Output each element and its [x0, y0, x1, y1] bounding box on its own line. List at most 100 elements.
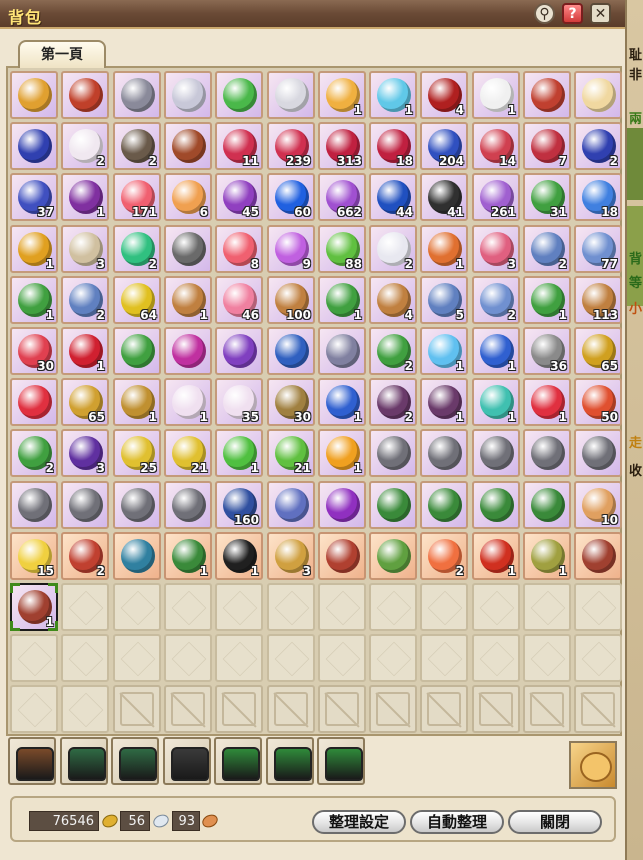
bag-slot[interactable] [59, 737, 108, 785]
empty-slot[interactable] [61, 634, 109, 682]
inventory-slot[interactable]: 3 [61, 225, 109, 273]
inventory-slot[interactable] [574, 532, 622, 580]
inventory-slot[interactable]: 3 [472, 225, 520, 273]
inventory-slot[interactable] [420, 429, 468, 477]
inventory-slot[interactable]: 113 [574, 276, 622, 324]
search-button[interactable]: ⚲ [534, 3, 555, 24]
pet-slot[interactable] [569, 741, 617, 789]
inventory-slot[interactable]: 2 [523, 225, 571, 273]
inventory-slot[interactable]: 1 [164, 378, 212, 426]
empty-slot[interactable] [472, 634, 520, 682]
inventory-slot[interactable]: 46 [215, 276, 263, 324]
inventory-slot[interactable] [369, 532, 417, 580]
inventory-slot[interactable]: 171 [113, 173, 161, 221]
inventory-slot[interactable] [164, 225, 212, 273]
inventory-slot[interactable] [318, 532, 366, 580]
inventory-slot[interactable]: 1 [420, 378, 468, 426]
inventory-slot[interactable]: 1 [215, 429, 263, 477]
inventory-slot[interactable]: 2 [61, 276, 109, 324]
inventory-slot[interactable] [164, 71, 212, 119]
inventory-slot[interactable]: 30 [10, 327, 58, 375]
inventory-slot[interactable] [113, 71, 161, 119]
empty-slot[interactable] [10, 685, 58, 733]
inventory-slot[interactable]: 1 [61, 173, 109, 221]
bag-slot[interactable] [111, 737, 159, 785]
inventory-slot[interactable] [369, 429, 417, 477]
inventory-slot[interactable]: 1 [420, 225, 468, 273]
inventory-slot[interactable]: 2 [113, 122, 161, 170]
inventory-slot[interactable]: 31 [523, 173, 571, 221]
inventory-slot[interactable]: 2 [369, 327, 417, 375]
inventory-slot[interactable]: 3 [61, 429, 109, 477]
inventory-slot[interactable]: 1 [472, 71, 520, 119]
inventory-slot[interactable] [523, 71, 571, 119]
inventory-slot[interactable]: 41 [420, 173, 468, 221]
help-button[interactable]: ? [562, 3, 583, 24]
inventory-slot[interactable]: 50 [574, 378, 622, 426]
inventory-slot[interactable] [420, 481, 468, 529]
inventory-slot[interactable] [61, 481, 109, 529]
inventory-slot[interactable]: 9 [267, 225, 315, 273]
empty-slot[interactable] [318, 583, 366, 631]
empty-slot[interactable] [420, 634, 468, 682]
inventory-slot[interactable] [10, 481, 58, 529]
title-bar[interactable]: 背包 ⚲ ? ✕ [0, 0, 625, 29]
inventory-slot[interactable]: 1 [10, 583, 58, 631]
inventory-slot[interactable] [164, 122, 212, 170]
empty-slot[interactable] [523, 634, 571, 682]
inventory-slot[interactable]: 1 [523, 532, 571, 580]
inventory-slot[interactable]: 100 [267, 276, 315, 324]
inventory-slot[interactable]: 160 [215, 481, 263, 529]
inventory-slot[interactable] [164, 327, 212, 375]
inventory-slot[interactable] [61, 71, 109, 119]
empty-slot[interactable] [61, 685, 109, 733]
empty-slot[interactable] [215, 583, 263, 631]
inventory-slot[interactable]: 4 [369, 276, 417, 324]
inventory-slot[interactable]: 1 [472, 327, 520, 375]
inventory-slot[interactable] [574, 71, 622, 119]
inventory-slot[interactable]: 35 [215, 378, 263, 426]
empty-slot[interactable] [523, 583, 571, 631]
inventory-slot[interactable]: 1 [472, 378, 520, 426]
inventory-slot[interactable]: 45 [215, 173, 263, 221]
inventory-slot[interactable]: 313 [318, 122, 366, 170]
inventory-slot[interactable]: 2 [369, 378, 417, 426]
inventory-slot[interactable]: 37 [10, 173, 58, 221]
inventory-slot[interactable]: 25 [113, 429, 161, 477]
auto-sort-button[interactable]: 自動整理 [410, 810, 504, 834]
tab-page-1[interactable]: 第一頁 [18, 40, 106, 68]
empty-slot[interactable] [472, 583, 520, 631]
inventory-slot[interactable]: 30 [267, 378, 315, 426]
inventory-slot[interactable]: 1 [215, 532, 263, 580]
close-window-button[interactable]: ✕ [590, 3, 611, 24]
bag-slot[interactable] [317, 737, 365, 785]
inventory-slot[interactable]: 8 [215, 225, 263, 273]
inventory-slot[interactable] [113, 481, 161, 529]
inventory-slot[interactable]: 2 [369, 225, 417, 273]
inventory-slot[interactable]: 18 [574, 173, 622, 221]
inventory-slot[interactable]: 88 [318, 225, 366, 273]
inventory-slot[interactable]: 4 [420, 71, 468, 119]
inventory-slot[interactable] [113, 327, 161, 375]
inventory-slot[interactable]: 1 [10, 276, 58, 324]
inventory-slot[interactable] [472, 429, 520, 477]
inventory-slot[interactable]: 1 [164, 532, 212, 580]
inventory-slot[interactable] [369, 481, 417, 529]
close-button[interactable]: 關閉 [508, 810, 602, 834]
empty-slot[interactable] [215, 634, 263, 682]
inventory-slot[interactable]: 44 [369, 173, 417, 221]
inventory-slot[interactable] [215, 327, 263, 375]
inventory-slot[interactable] [523, 429, 571, 477]
inventory-slot[interactable]: 1 [10, 225, 58, 273]
inventory-slot[interactable]: 14 [472, 122, 520, 170]
inventory-slot[interactable] [267, 327, 315, 375]
bag-slot[interactable] [162, 737, 211, 785]
empty-slot[interactable] [164, 583, 212, 631]
inventory-slot[interactable]: 2 [61, 122, 109, 170]
inventory-slot[interactable]: 5 [420, 276, 468, 324]
inventory-slot[interactable]: 3 [267, 532, 315, 580]
inventory-slot[interactable] [267, 481, 315, 529]
inventory-slot[interactable]: 77 [574, 225, 622, 273]
inventory-slot[interactable] [10, 378, 58, 426]
bag-slot[interactable] [8, 737, 56, 785]
